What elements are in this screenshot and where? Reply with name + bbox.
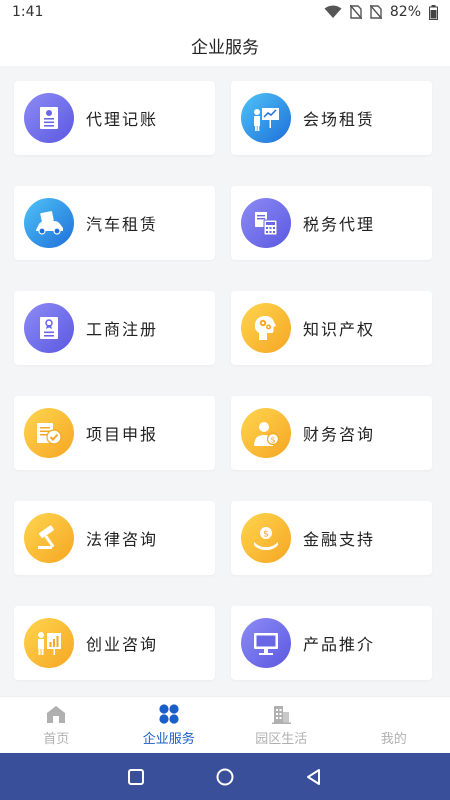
battery-percent: 82% <box>389 4 421 20</box>
bottom-nav: 首页 企业服务 园区生活 我的 <box>0 696 450 753</box>
service-label: 知识产权 <box>303 320 376 339</box>
no-sim-icon-2 <box>369 5 382 19</box>
tab-label: 首页 <box>43 732 70 747</box>
service-label: 创业咨询 <box>86 635 159 654</box>
tab-enterprise-services[interactable]: 企业服务 <box>113 697 226 753</box>
startup-chart-icon <box>24 618 74 668</box>
document-check-icon <box>24 408 74 458</box>
service-card-business-registration[interactable]: 工商注册 <box>14 291 215 365</box>
service-card-intellectual-property[interactable]: 知识产权 <box>231 291 432 365</box>
service-label: 代理记账 <box>86 110 159 129</box>
svg-text:$: $ <box>263 530 269 540</box>
tab-home[interactable]: 首页 <box>0 697 113 753</box>
tax-calculator-icon <box>241 198 291 248</box>
money-hand-icon: $ <box>241 513 291 563</box>
tab-label: 园区生活 <box>255 732 308 747</box>
grid-petals-icon <box>157 703 181 725</box>
service-label: 工商注册 <box>86 320 159 339</box>
service-label: 汽车租赁 <box>86 215 159 234</box>
service-card-tax-agency[interactable]: 税务代理 <box>231 186 432 260</box>
recent-apps-icon[interactable] <box>127 768 145 786</box>
gavel-icon <box>24 513 74 563</box>
page-title-bar: 企业服务 <box>0 24 450 66</box>
car-icon <box>24 198 74 248</box>
service-label: 产品推介 <box>303 635 376 654</box>
service-card-product-promotion[interactable]: 产品推介 <box>231 606 432 680</box>
service-card-accounting[interactable]: 代理记账 <box>14 81 215 155</box>
service-card-financial-support[interactable]: $ 金融支持 <box>231 501 432 575</box>
tab-label: 我的 <box>380 732 407 747</box>
service-label: 项目申报 <box>86 425 159 444</box>
service-card-venue-rental[interactable]: 会场租赁 <box>231 81 432 155</box>
home-icon <box>44 703 68 725</box>
user-icon <box>382 703 406 725</box>
service-card-financial-consulting[interactable]: $ 财务咨询 <box>231 396 432 470</box>
service-card-project-application[interactable]: 项目申报 <box>14 396 215 470</box>
service-card-legal-consulting[interactable]: 法律咨询 <box>14 501 215 575</box>
brain-gears-icon <box>241 303 291 353</box>
service-label: 财务咨询 <box>303 425 376 444</box>
service-card-startup-consulting[interactable]: 创业咨询 <box>14 606 215 680</box>
presentation-icon <box>241 93 291 143</box>
system-navigation-bar <box>0 753 450 800</box>
service-label: 会场租赁 <box>303 110 376 129</box>
finance-advisor-icon: $ <box>241 408 291 458</box>
tab-park-life[interactable]: 园区生活 <box>225 697 338 753</box>
services-content: 代理记账 会场租赁 汽车租赁 税务代理 工商注册 知识产权 项目申报 $ 财务咨… <box>0 66 450 696</box>
status-time: 1:41 <box>12 4 44 20</box>
service-label: 法律咨询 <box>86 530 159 549</box>
ledger-icon <box>24 93 74 143</box>
status-bar: 1:41 82% <box>0 0 450 24</box>
certificate-icon <box>24 303 74 353</box>
buildings-icon <box>269 703 293 725</box>
monitor-icon <box>241 618 291 668</box>
status-icons: 82% <box>324 4 438 20</box>
services-grid: 代理记账 会场租赁 汽车租赁 税务代理 工商注册 知识产权 项目申报 $ 财务咨… <box>14 81 432 680</box>
service-label: 金融支持 <box>303 530 376 549</box>
service-card-car-rental[interactable]: 汽车租赁 <box>14 186 215 260</box>
home-button-icon[interactable] <box>215 767 235 787</box>
service-label: 税务代理 <box>303 215 376 234</box>
no-sim-icon <box>349 5 362 19</box>
tab-mine[interactable]: 我的 <box>338 697 450 753</box>
back-icon[interactable] <box>305 768 323 786</box>
page-title: 企业服务 <box>191 37 259 58</box>
battery-icon <box>429 4 438 20</box>
svg-text:$: $ <box>270 436 275 445</box>
wifi-icon <box>324 5 342 18</box>
tab-label: 企业服务 <box>142 732 195 747</box>
